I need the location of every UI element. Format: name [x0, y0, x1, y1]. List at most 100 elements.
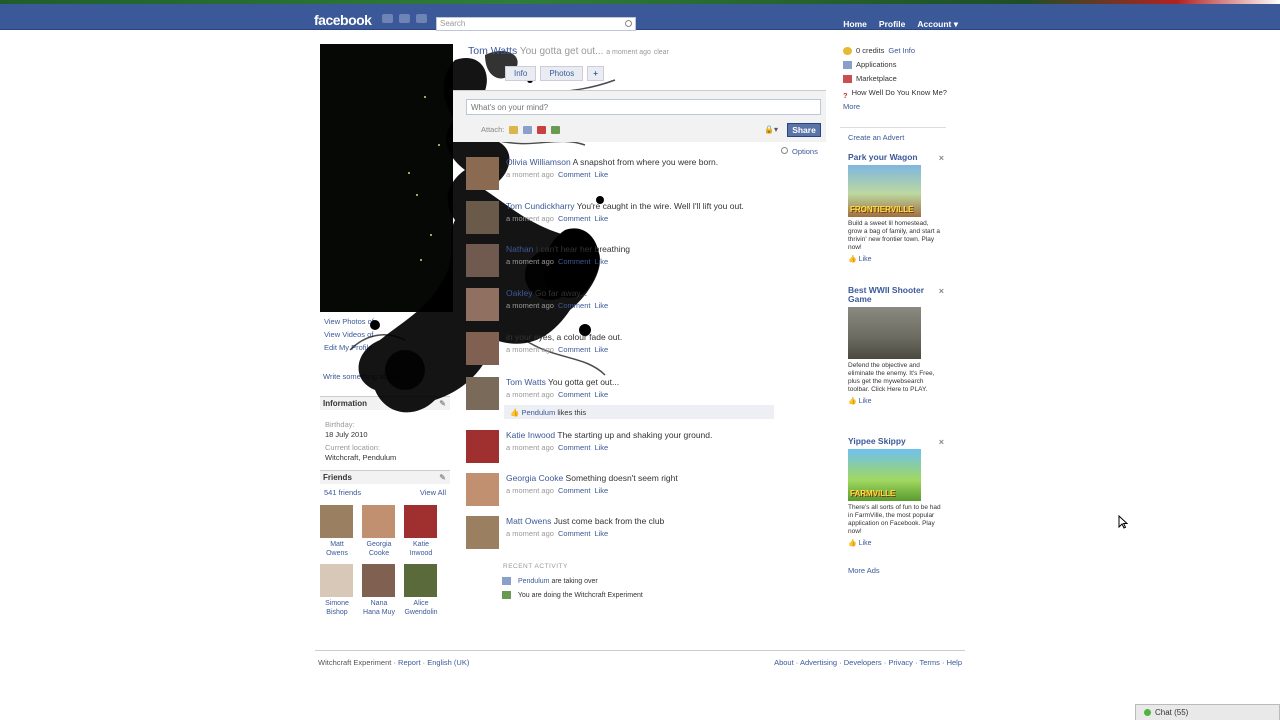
messages-icon[interactable] — [399, 14, 410, 23]
ad-image[interactable] — [848, 307, 921, 359]
friend-last-name[interactable]: Cooke — [362, 549, 396, 558]
like-link[interactable]: Like — [594, 214, 608, 223]
friend-thumb[interactable]: Georgia Cooke — [362, 505, 396, 558]
likes-who[interactable]: Pendulum — [521, 408, 555, 417]
comment-link[interactable]: Comment — [558, 301, 591, 310]
like-link[interactable]: Like — [594, 301, 608, 310]
view-photos-link[interactable]: View Photos of — [324, 315, 374, 328]
like-link[interactable]: Like — [594, 443, 608, 452]
friend-last-name[interactable]: Inwood — [404, 549, 438, 558]
more-link[interactable]: More — [843, 100, 947, 114]
ad-image[interactable]: FRONTIERVILLE — [848, 165, 921, 217]
friend-requests-icon[interactable] — [382, 14, 393, 23]
friend-first-name[interactable]: Simone — [320, 599, 354, 608]
close-icon[interactable]: × — [939, 286, 944, 296]
like-link[interactable]: Like — [594, 390, 608, 399]
search-input[interactable]: Search — [436, 17, 636, 31]
friend-thumb[interactable]: Simone Bishop — [320, 564, 354, 617]
story-author[interactable]: Tom Cundickharry — [506, 201, 575, 211]
chat-bar[interactable]: Chat (55) — [1135, 704, 1280, 720]
notifications-icon[interactable] — [416, 14, 427, 23]
friend-thumb[interactable]: Katie Inwood — [404, 505, 438, 558]
friends-title[interactable]: Friends — [323, 473, 352, 482]
like-link[interactable]: Like — [594, 170, 608, 179]
nav-home[interactable]: Home — [843, 19, 867, 30]
footer-report[interactable]: Report — [398, 658, 421, 667]
story-avatar[interactable] — [466, 201, 499, 234]
story-avatar[interactable] — [466, 516, 499, 549]
like-link[interactable]: Like — [594, 345, 608, 354]
close-icon[interactable]: × — [939, 153, 944, 163]
footer-terms[interactable]: Terms — [919, 658, 939, 667]
link-icon[interactable] — [551, 125, 561, 134]
story-author[interactable]: Katie Inwood — [506, 430, 555, 440]
ad-title[interactable]: Yippee Skippy — [848, 437, 934, 446]
like-link[interactable]: Like — [594, 486, 608, 495]
tab-info[interactable]: Info — [505, 66, 537, 81]
comment-link[interactable]: Comment — [558, 257, 591, 266]
friend-first-name[interactable]: Georgia — [362, 540, 396, 549]
story-author[interactable]: Nathan — [506, 244, 533, 254]
comment-link[interactable]: Comment — [558, 345, 591, 354]
friends-count[interactable]: 541 friends — [324, 488, 361, 497]
friend-last-name[interactable]: Hana Muy — [362, 608, 396, 617]
tab-photos[interactable]: Photos — [540, 66, 584, 81]
like-link[interactable]: Like — [594, 257, 608, 266]
comment-link[interactable]: Comment — [558, 486, 591, 495]
footer-about[interactable]: About — [774, 658, 794, 667]
friend-photo[interactable] — [404, 505, 437, 538]
footer-help[interactable]: Help — [947, 658, 962, 667]
comment-link[interactable]: Comment — [558, 529, 591, 538]
friend-first-name[interactable]: Matt — [320, 540, 354, 549]
ad-title[interactable]: Best WWII Shooter Game — [848, 286, 934, 304]
story-avatar[interactable] — [466, 244, 499, 277]
options-link[interactable]: Options — [781, 147, 818, 156]
friend-last-name[interactable]: Bishop — [320, 608, 354, 617]
ad-title[interactable]: Park your Wagon — [848, 153, 934, 162]
story-avatar[interactable] — [466, 157, 499, 190]
video-icon[interactable] — [523, 125, 533, 134]
like-link[interactable]: Like — [594, 529, 608, 538]
ad-like-link[interactable]: 👍 Like — [848, 397, 946, 405]
write-about-link[interactable]: Write something about — [323, 372, 398, 381]
friend-last-name[interactable]: Gwendolin — [404, 608, 438, 617]
more-ads-link[interactable]: More Ads — [848, 566, 880, 575]
story-author[interactable]: Tom Watts — [506, 377, 546, 387]
friend-last-name[interactable]: Owens — [320, 549, 354, 558]
story-avatar[interactable] — [466, 473, 499, 506]
search-icon[interactable] — [625, 20, 632, 27]
edit-profile-link[interactable]: Edit My Profile — [324, 341, 374, 354]
friend-photo[interactable] — [404, 564, 437, 597]
story-avatar[interactable] — [466, 377, 499, 410]
profile-picture[interactable] — [320, 44, 453, 312]
view-videos-link[interactable]: View Videos of — [324, 328, 374, 341]
friend-thumb[interactable]: Matt Owens — [320, 505, 354, 558]
quiz-link[interactable]: How Well Do You Know Me? — [852, 88, 947, 97]
clear-status-link[interactable]: clear — [654, 49, 669, 56]
story-author[interactable]: Oakley — [506, 288, 532, 298]
friend-thumb[interactable]: Nana Hana Muy — [362, 564, 396, 617]
facebook-logo[interactable]: facebook — [314, 12, 372, 28]
footer-developers[interactable]: Developers — [844, 658, 882, 667]
event-icon[interactable] — [537, 125, 547, 134]
tab-add[interactable]: + — [587, 66, 604, 81]
comment-link[interactable]: Comment — [558, 443, 591, 452]
footer-advertising[interactable]: Advertising — [800, 658, 837, 667]
friend-photo[interactable] — [362, 505, 395, 538]
ad-like-link[interactable]: 👍 Like — [848, 255, 946, 263]
comment-link[interactable]: Comment — [558, 214, 591, 223]
story-author[interactable]: Georgia Cooke — [506, 473, 563, 483]
get-info-link[interactable]: Get Info — [888, 46, 915, 55]
marketplace-link[interactable]: Marketplace — [856, 74, 897, 83]
create-advert-link[interactable]: Create an Advert — [848, 133, 904, 142]
footer-privacy[interactable]: Privacy — [888, 658, 913, 667]
pencil-icon[interactable]: ✎ — [439, 473, 446, 482]
friend-photo[interactable] — [320, 505, 353, 538]
share-button[interactable]: Share — [787, 123, 821, 137]
ad-image[interactable]: FARMVILLE — [848, 449, 921, 501]
story-avatar[interactable] — [466, 430, 499, 463]
story-author[interactable]: Matt Owens — [506, 516, 551, 526]
friend-thumb[interactable]: Alice Gwendolin — [404, 564, 438, 617]
friend-first-name[interactable]: Alice — [404, 599, 438, 608]
nav-profile[interactable]: Profile — [879, 19, 905, 30]
